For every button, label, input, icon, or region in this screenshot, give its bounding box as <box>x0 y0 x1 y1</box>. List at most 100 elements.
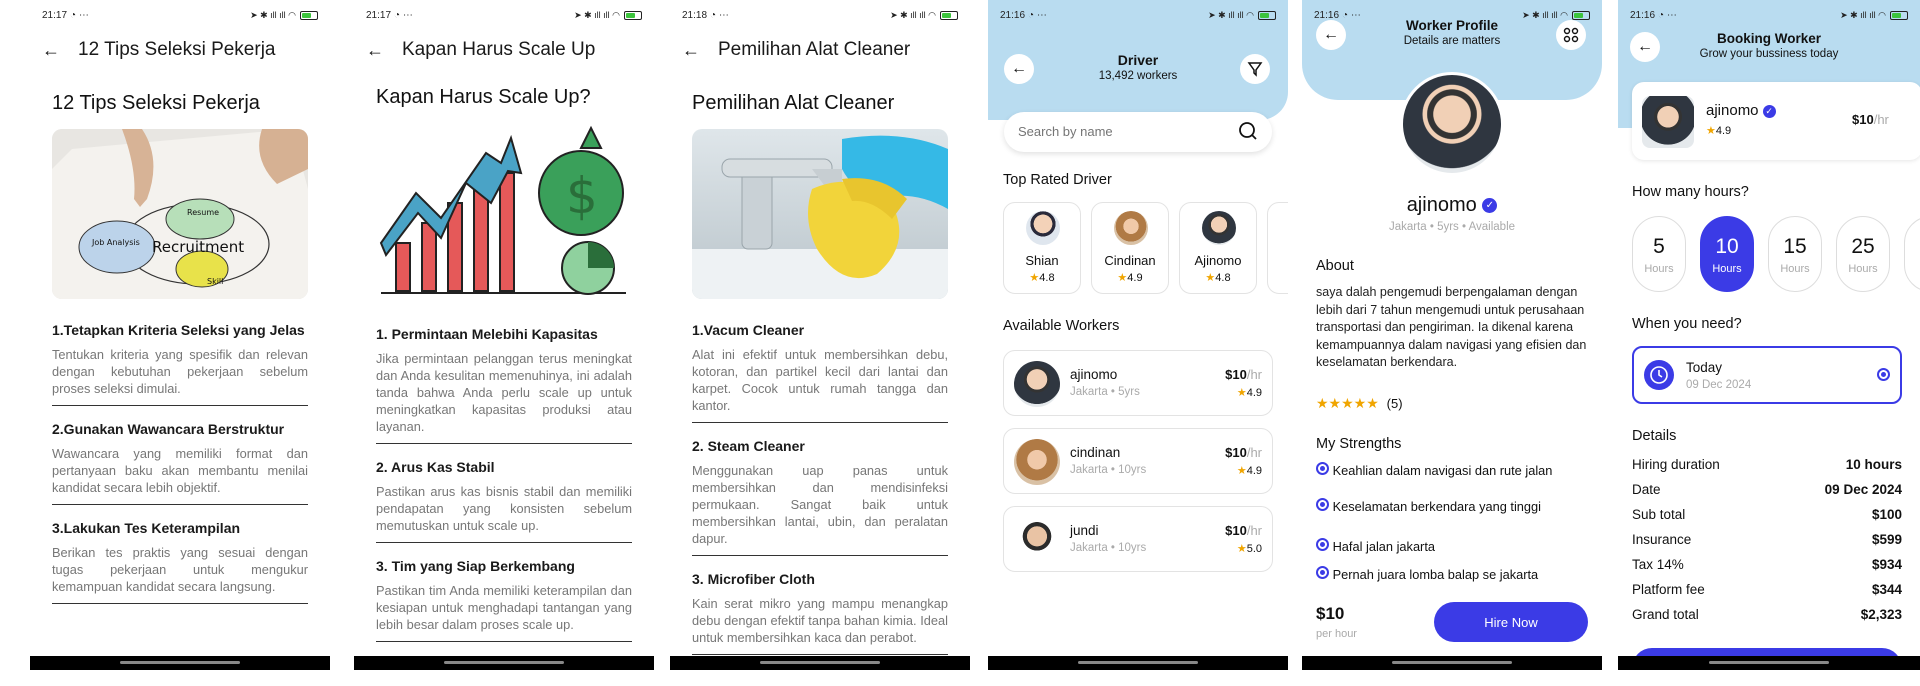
system-nav-bar <box>988 656 1288 670</box>
hours-option[interactable] <box>1904 216 1920 292</box>
article-title: 12 Tips Seleksi Pekerja <box>52 92 260 114</box>
section: 1.Vacum Cleaner Alat ini efektif untuk me… <box>692 321 948 423</box>
back-arrow-icon[interactable]: ← <box>366 40 384 61</box>
filter-icon[interactable] <box>1240 54 1270 84</box>
worker-meta: Jakarta • 10yrs <box>1070 464 1147 476</box>
profile-photo <box>1400 72 1504 176</box>
search-input[interactable] <box>1018 124 1218 139</box>
search-bar[interactable] <box>1004 112 1272 152</box>
back-arrow-icon[interactable]: ← <box>42 40 60 61</box>
whatsapp-icon: ◔ ⋯ <box>1028 10 1047 21</box>
battery-icon <box>1890 11 1908 20</box>
rating-value: 5.0 <box>1246 543 1262 555</box>
detail-row: Insurance $599 <box>1632 527 1902 552</box>
section: 2.Gunakan Wawancara Berstruktur Wawancara… <box>52 420 308 505</box>
strength-item: Keahlian dalam navigasi dan rute jalan <box>1316 462 1552 478</box>
detail-key: Sub total <box>1632 507 1686 522</box>
date-value: 09 Dec 2024 <box>1686 379 1752 391</box>
image-label-skill: Skill <box>207 277 223 286</box>
strength-text: Keahlian dalam navigasi dan rute jalan <box>1332 463 1553 478</box>
worker-name: cindinan <box>1070 445 1121 460</box>
signal-icon: ➤ ✱ ıll ıll ◠ <box>1840 10 1886 20</box>
details-label: Details <box>1632 428 1677 444</box>
price-unit: per hour <box>1316 628 1357 640</box>
hours-option-selected[interactable]: 10 Hours <box>1700 216 1754 292</box>
hours-value: 15 <box>1783 235 1807 258</box>
hours-option[interactable]: 15 Hours <box>1768 216 1822 292</box>
top-rated-card[interactable] <box>1267 202 1288 294</box>
detail-row: Hiring duration 10 hours <box>1632 452 1902 477</box>
star-icon: ★ <box>1236 387 1247 399</box>
price-unit: /hr <box>1246 367 1262 382</box>
price-unit: /hr <box>1873 112 1889 127</box>
rating-value: 4.8 <box>1039 272 1055 284</box>
signal-icon: ➤ ✱ ıll ıll ◠ <box>574 10 620 20</box>
rating: ★4.9 <box>1092 271 1168 284</box>
section-text: Kain serat mikro yang mampu menangkap de… <box>692 596 948 645</box>
section-text: Alat ini efektif untuk membersihkan debu… <box>692 347 948 413</box>
article-image <box>692 129 948 299</box>
avatar <box>1014 361 1060 407</box>
clock-icon <box>1644 360 1674 390</box>
battery-icon <box>1258 11 1276 20</box>
driver-name: Shian <box>1025 253 1059 268</box>
search-icon[interactable] <box>1238 121 1258 146</box>
top-rated-card[interactable]: Ajinomo ★4.8 <box>1179 202 1257 294</box>
hire-now-button[interactable]: Hire Now <box>1434 602 1588 642</box>
detail-row: Date 09 Dec 2024 <box>1632 477 1902 502</box>
detail-row: Tax 14% $934 <box>1632 552 1902 577</box>
strength-text: Keselamatan berkendara yang tinggi <box>1332 499 1542 514</box>
screen-booking: 21:16 ◔ ⋯ ➤ ✱ ıll ıll ◠ ← Booking Worker … <box>1618 0 1920 670</box>
hours-unit: Hours <box>1780 263 1810 275</box>
status-time: 21:18 <box>682 10 708 21</box>
back-arrow-icon[interactable]: ← <box>682 40 700 61</box>
section: 3.Lakukan Tes Keterampilan Berikan tes pr… <box>52 519 308 604</box>
radio-selected-icon[interactable] <box>1877 368 1890 381</box>
star-icon: ★ <box>1236 465 1247 477</box>
status-bar: 21:17 ◔ ⋯ ➤ ✱ ıll ıll ◠ <box>30 0 330 24</box>
rating-value: 4.9 <box>1715 125 1732 137</box>
radio-icon <box>1316 566 1329 579</box>
star-icon: ★★★★★ <box>1316 395 1379 411</box>
section-text: Wawancara yang memiliki format dan perta… <box>52 446 308 495</box>
review-count: (5) <box>1386 396 1403 411</box>
section-heading: 2. Arus Kas Stabil <box>376 459 495 475</box>
driver-name: Cindinan <box>1104 253 1156 268</box>
strengths-label: My Strengths <box>1316 436 1402 452</box>
section-text: Menggunakan uap panas untuk membersihkan… <box>692 463 948 546</box>
top-rated-card[interactable]: Shian ★4.8 <box>1003 202 1081 294</box>
price-value: $10 <box>1225 367 1247 382</box>
status-bar: 21:16 ◔ ⋯ ➤ ✱ ıll ıll ◠ <box>988 0 1288 24</box>
status-bar: 21:18 ◔ ⋯ ➤ ✱ ıll ıll ◠ <box>670 0 970 24</box>
hours-option[interactable]: 25 Hours <box>1836 216 1890 292</box>
worker-card[interactable]: cindinan Jakarta • 10yrs $10/hr ★4.9 <box>1003 428 1273 494</box>
rating: ★4.9 <box>1237 386 1262 399</box>
page-title: 12 Tips Seleksi Pekerja <box>78 39 276 60</box>
detail-row-total: Grand total $2,323 <box>1632 602 1902 627</box>
article-body: Pemilihan Alat Cleaner 1.Vacum Cleaner Al… <box>692 92 948 669</box>
section-text: Berikan tes praktis yang sesuai dengan t… <box>52 545 308 594</box>
worker-name-text: ajinomo <box>1706 102 1759 119</box>
signal-icon: ➤ ✱ ıll ıll ◠ <box>1208 10 1254 20</box>
status-bar: 21:16 ◔ ⋯ ➤ ✱ ıll ıll ◠ <box>1618 0 1920 24</box>
strength-item: Pernah juara lomba balap se jakarta <box>1316 566 1538 582</box>
detail-value: $934 <box>1871 557 1902 572</box>
worker-meta: Jakarta • 5yrs • Available <box>1388 221 1516 233</box>
worker-price: $10/hr <box>1852 112 1889 127</box>
system-nav-bar <box>30 656 330 670</box>
star-icon: ★ <box>1205 272 1216 284</box>
page-title: Kapan Harus Scale Up <box>402 39 596 60</box>
price: $10 <box>1316 604 1345 623</box>
hours-unit: Hours <box>1712 263 1742 275</box>
section-heading: 3.Lakukan Tes Keterampilan <box>52 520 241 536</box>
strength-text: Hafal jalan jakarta <box>1332 539 1435 554</box>
worker-card[interactable]: ajinomo Jakarta • 5yrs $10/hr ★4.9 <box>1003 350 1273 416</box>
date-option-selected[interactable]: Today 09 Dec 2024 <box>1632 346 1902 404</box>
grid-icon[interactable] <box>1556 20 1586 50</box>
hours-option[interactable]: 5 Hours <box>1632 216 1686 292</box>
detail-key: Platform fee <box>1632 582 1705 597</box>
section: 1.Tetapkan Kriteria Seleksi yang Jelas Te… <box>52 321 308 406</box>
worker-meta: Jakarta • 5yrs <box>1070 386 1140 398</box>
top-rated-card[interactable]: Cindinan ★4.9 <box>1091 202 1169 294</box>
worker-card[interactable]: jundi Jakarta • 10yrs $10/hr ★5.0 <box>1003 506 1273 572</box>
